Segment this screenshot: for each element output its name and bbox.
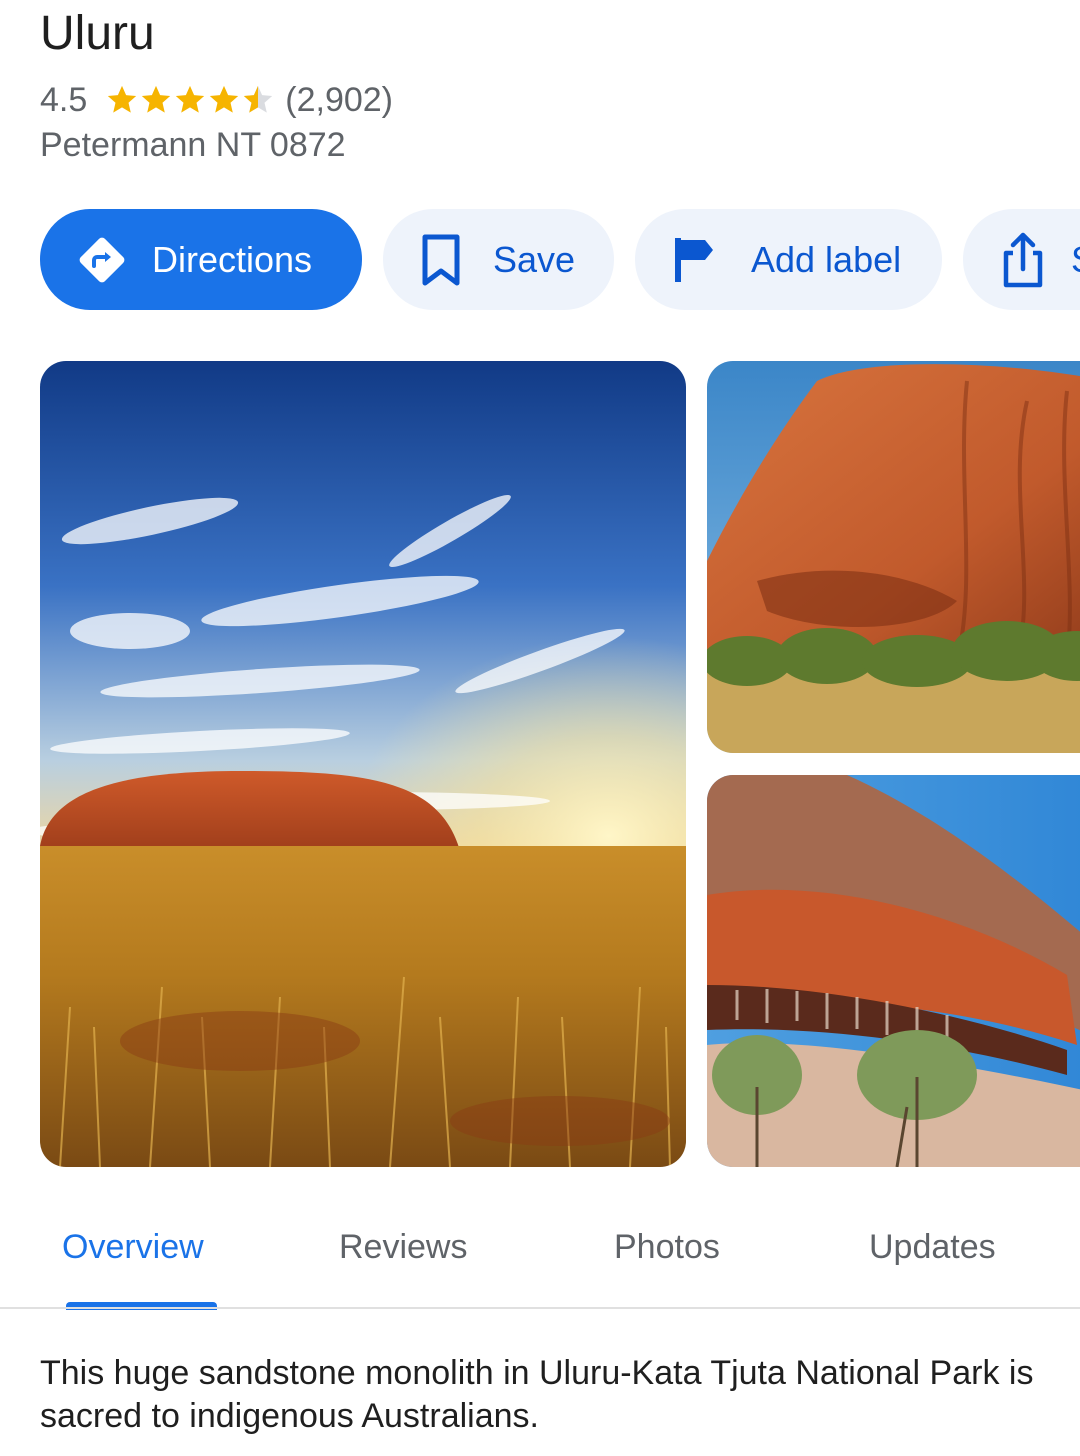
tab-overview[interactable]: Overview (62, 1228, 204, 1267)
main-photo[interactable] (40, 361, 686, 1167)
flag-icon (675, 237, 713, 282)
save-label: Save (493, 238, 576, 280)
directions-icon (79, 237, 125, 282)
half-star-icon (244, 85, 273, 113)
place-description: This huge sandstone monolith in Uluru-Ka… (40, 1354, 1034, 1435)
tab-photos[interactable]: Photos (614, 1228, 720, 1267)
star-icon (108, 85, 137, 113)
bookmark-icon (422, 234, 460, 285)
tab-divider (0, 1307, 1080, 1309)
tab-reviews[interactable]: Reviews (339, 1228, 467, 1267)
tab-updates[interactable]: Updates (869, 1228, 996, 1267)
directions-button[interactable]: Directions (40, 209, 362, 310)
save-button[interactable]: Save (383, 209, 614, 310)
place-address: Petermann NT 0872 (40, 126, 346, 164)
share-icon (1003, 232, 1043, 287)
rock-face-photo (707, 361, 1080, 753)
share-button[interactable]: S (963, 209, 1080, 310)
review-count: (2,902) (285, 80, 393, 119)
secondary-photo-top[interactable] (707, 361, 1080, 753)
rating-stars (105, 83, 275, 117)
star-icon (210, 85, 239, 113)
secondary-photo-bottom[interactable] (707, 775, 1080, 1167)
action-chips-row: Directions Save Add label S (40, 209, 1080, 310)
share-label: S (1071, 239, 1080, 281)
rock-overhang-photo (707, 775, 1080, 1167)
place-title: Uluru (40, 7, 155, 60)
star-icon (142, 85, 171, 113)
uluru-landscape-photo (40, 361, 686, 1167)
star-icon (176, 85, 205, 113)
directions-label: Directions (152, 238, 313, 280)
rating-row[interactable]: 4.5 (2,902) (40, 76, 393, 124)
tab-bar: Overview Reviews Photos Updates (0, 1218, 1080, 1310)
add-label-button[interactable]: Add label (635, 209, 942, 310)
add-label-label: Add label (751, 238, 902, 280)
rating-value: 4.5 (40, 80, 88, 119)
